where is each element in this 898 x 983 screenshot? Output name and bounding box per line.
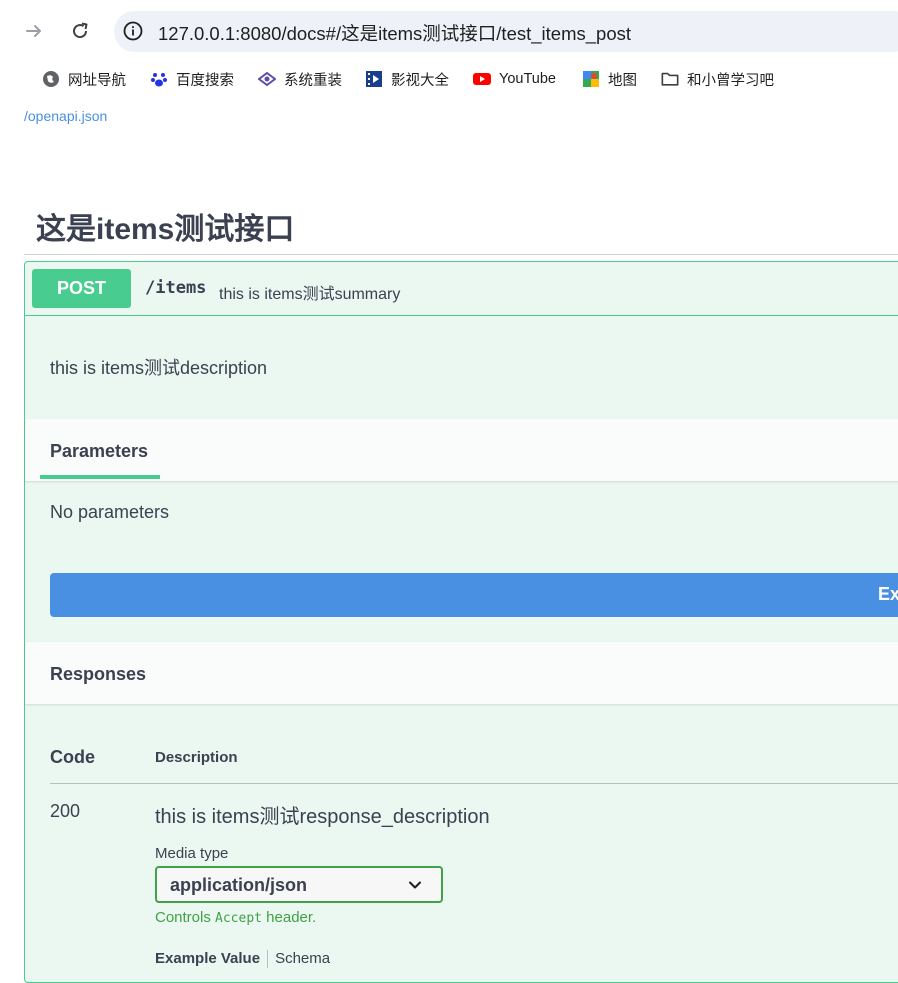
bookmark-reinstall[interactable]: 系统重装 xyxy=(258,68,342,90)
tab-separator xyxy=(267,950,269,969)
bookmark-label: 网址导航 xyxy=(68,72,126,89)
code-column-header: Code xyxy=(50,747,95,767)
bookmark-label: 系统重装 xyxy=(284,72,342,89)
bookmark-label: 和小曾学习吧 xyxy=(687,72,774,89)
bookmark-label: 影视大全 xyxy=(391,72,449,89)
arrow-right-icon xyxy=(26,25,41,37)
controls-code: Accept xyxy=(215,911,262,926)
tab-parameters[interactable]: Parameters xyxy=(50,441,148,462)
execute-button[interactable]: Ex xyxy=(50,573,898,617)
media-type-select[interactable]: application/json xyxy=(155,866,443,903)
bookmark-label: YouTube xyxy=(499,71,556,87)
tab-example-value[interactable]: Example Value xyxy=(155,950,260,967)
bookmark-label: 百度搜索 xyxy=(176,72,234,89)
tab-active-indicator xyxy=(40,475,160,479)
responses-header: Responses xyxy=(25,642,898,704)
no-parameters-text: No parameters xyxy=(50,502,170,522)
reload-button[interactable] xyxy=(67,18,93,44)
table-divider xyxy=(50,783,898,784)
operation-summary[interactable]: POST /items this is items测试summary xyxy=(25,262,898,316)
folder-icon xyxy=(661,70,679,88)
url-text[interactable]: 127.0.0.1:8080/docs#/这是items测试接口/test_it… xyxy=(158,20,631,46)
execute-label: Ex xyxy=(878,584,898,604)
bookmark-folder[interactable]: 和小曾学习吧 xyxy=(661,68,774,90)
response-description: this is items测试response_description xyxy=(155,806,490,828)
forward-button[interactable] xyxy=(21,18,47,44)
description-column-header: Description xyxy=(155,749,238,766)
example-schema-tabs: Example Value Schema xyxy=(155,950,330,969)
tag-title[interactable]: 这是items测试接口 xyxy=(36,204,294,248)
browser-toolbar: 127.0.0.1:8080/docs#/这是items测试接口/test_it… xyxy=(0,0,898,62)
responses-title: Responses xyxy=(50,664,147,684)
tab-schema[interactable]: Schema xyxy=(275,950,330,967)
operation-block-post: POST /items this is items测试summary this … xyxy=(24,261,898,983)
system-reinstall-icon xyxy=(258,70,276,88)
controls-prefix: Controls xyxy=(155,909,211,926)
divider xyxy=(24,254,898,255)
bookmark-maps[interactable]: 地图 xyxy=(582,68,637,90)
bookmark-wangzhi[interactable]: 网址导航 xyxy=(42,68,126,90)
apps-icon[interactable] xyxy=(0,68,4,90)
controls-accept-note: Controls Accept header. xyxy=(155,909,316,926)
controls-suffix: header. xyxy=(266,909,317,926)
bookmark-label: 地图 xyxy=(608,72,637,89)
reload-icon xyxy=(73,22,88,39)
bookmark-youtube[interactable]: YouTube xyxy=(473,68,556,90)
chevron-down-icon xyxy=(409,881,421,889)
media-type-label: Media type xyxy=(155,845,229,862)
media-type-value: application/json xyxy=(170,875,308,895)
bookmark-film[interactable]: 影视大全 xyxy=(365,68,449,90)
baidu-paw-icon xyxy=(150,70,168,88)
method-badge: POST xyxy=(32,269,131,308)
globe-icon xyxy=(42,70,60,88)
bookmarks-bar: 网址导航 百度搜索 系统重装 影视大全 YouTube 地图 和小曾学习吧 xyxy=(0,62,898,96)
operation-path: /items xyxy=(145,278,207,298)
response-code: 200 xyxy=(50,801,81,821)
youtube-icon xyxy=(473,70,491,88)
site-info-icon[interactable] xyxy=(122,20,144,42)
maps-icon xyxy=(582,70,600,88)
film-icon xyxy=(365,70,383,88)
openapi-json-link[interactable]: /openapi.json xyxy=(24,108,107,124)
operation-summary-text: this is items测试summary xyxy=(219,286,401,303)
operation-description: this is items测试description xyxy=(50,358,268,378)
bookmark-baidu[interactable]: 百度搜索 xyxy=(150,68,234,90)
parameters-header: Parameters xyxy=(25,419,898,481)
